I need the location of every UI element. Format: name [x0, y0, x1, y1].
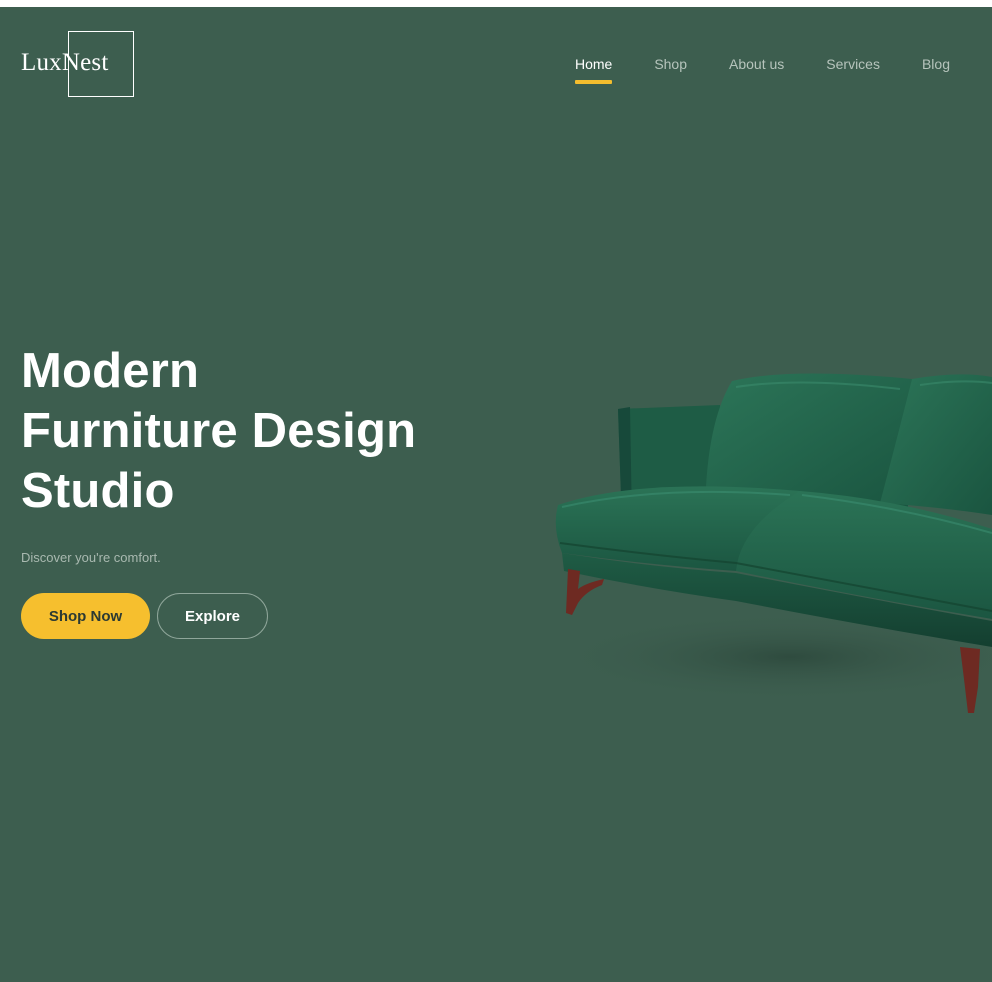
explore-button[interactable]: Explore — [157, 593, 268, 639]
logo-text: LuxNest — [21, 49, 109, 76]
nav-item-home[interactable]: Home — [574, 56, 613, 84]
hero-title: Modern Furniture Design Studio — [21, 341, 481, 521]
nav-item-services[interactable]: Services — [826, 56, 880, 73]
shop-now-button[interactable]: Shop Now — [21, 593, 150, 639]
nav-item-about-us[interactable]: About us — [729, 56, 784, 73]
hero-subtitle: Discover you're comfort. — [21, 550, 161, 565]
hero-title-line: Studio — [21, 464, 175, 518]
page: LuxNest Home Shop About us Services Blog… — [0, 7, 992, 982]
sofa-image — [550, 373, 992, 713]
hero-title-line: Modern — [21, 344, 200, 398]
main-nav: Home Shop About us Services Blog — [533, 56, 950, 84]
hero-title-line: Furniture Design — [21, 404, 417, 458]
nav-item-blog[interactable]: Blog — [922, 56, 950, 73]
logo[interactable]: LuxNest — [21, 31, 137, 99]
nav-item-shop[interactable]: Shop — [654, 56, 687, 73]
